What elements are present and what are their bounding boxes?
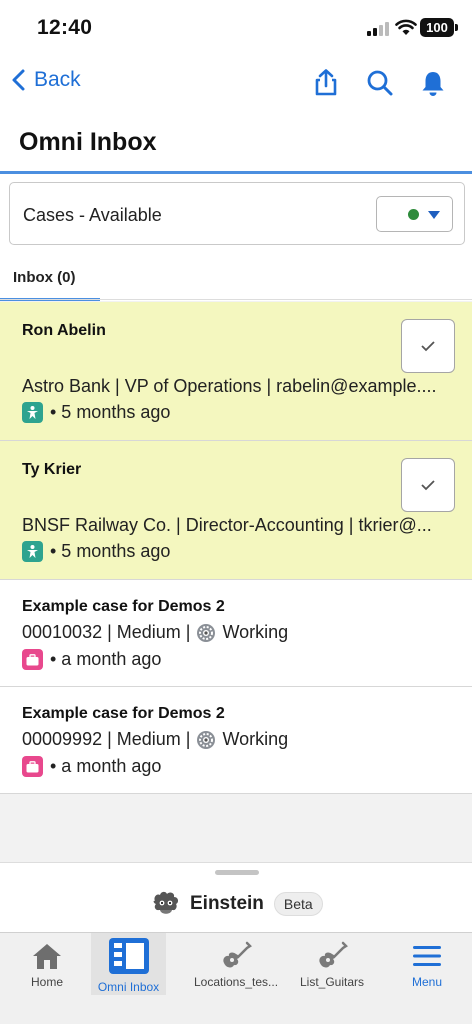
wifi-icon xyxy=(395,19,417,35)
home-icon xyxy=(33,944,61,969)
work-item-time: • 5 months ago xyxy=(50,402,171,422)
cellular-signal-icon xyxy=(367,22,389,36)
case-time: • a month ago xyxy=(50,756,162,776)
presence-status-dropdown[interactable] xyxy=(376,196,453,232)
tab-inbox-label: Inbox (0) xyxy=(13,269,76,286)
checkmark-icon xyxy=(421,480,435,491)
case-meta: • a month ago xyxy=(22,756,161,777)
work-item-title: Ron Abelin xyxy=(22,322,106,339)
battery-tip xyxy=(455,24,458,31)
briefcase-icon xyxy=(22,756,43,777)
work-item-title: Ty Krier xyxy=(22,461,82,478)
einstein-icon xyxy=(153,891,179,914)
accept-button[interactable] xyxy=(401,458,455,512)
tab-menu-label: Menu xyxy=(411,975,443,989)
list-item[interactable]: Example case for Demos 2 00009992 | Medi… xyxy=(0,687,472,794)
checkmark-icon xyxy=(421,341,435,352)
case-number-priority: 00009992 | Medium | xyxy=(22,729,191,749)
gear-icon xyxy=(197,730,216,749)
filter-area: Cases - Available Inbox (0) xyxy=(0,174,472,301)
accept-button[interactable] xyxy=(401,319,455,373)
work-item-meta: • 5 months ago xyxy=(22,402,170,423)
tab-list-guitars[interactable]: List_Guitars xyxy=(292,933,372,995)
list-item[interactable]: Ty Krier BNSF Railway Co. | Director-Acc… xyxy=(0,441,472,580)
case-status: Working xyxy=(222,622,289,642)
back-button[interactable]: Back xyxy=(10,68,81,92)
einstein-panel[interactable]: Einstein Beta xyxy=(0,862,472,932)
case-status: Working xyxy=(222,729,289,749)
list-item[interactable]: Example case for Demos 2 00010032 | Medi… xyxy=(0,580,472,687)
work-item-meta: • 5 months ago xyxy=(22,541,170,562)
menu-icon xyxy=(413,946,441,966)
tab-locations[interactable]: Locations_tes... xyxy=(184,933,288,995)
tab-home-label: Home xyxy=(30,975,63,989)
list-item[interactable]: Ron Abelin Astro Bank | VP of Operations… xyxy=(0,302,472,441)
tab-locations-label: Locations_tes... xyxy=(193,975,279,989)
queue-filter[interactable]: Cases - Available xyxy=(9,182,465,245)
gear-icon xyxy=(197,623,216,642)
case-time: • a month ago xyxy=(50,649,162,669)
work-item-time: • 5 months ago xyxy=(50,541,171,561)
work-item-subtitle: Astro Bank | VP of Operations | rabelin@… xyxy=(22,376,437,396)
case-details: 00010032 | Medium | Working xyxy=(22,622,288,643)
tab-inbox[interactable]: Inbox (0) xyxy=(0,268,100,301)
back-label: Back xyxy=(34,68,81,91)
share-icon[interactable] xyxy=(311,68,341,98)
tab-omni-inbox-label: Omni Inbox xyxy=(97,980,160,994)
status-time: 12:40 xyxy=(37,16,93,39)
battery-indicator: 100 xyxy=(420,18,454,37)
briefcase-icon xyxy=(22,649,43,670)
tab-list-guitars-label: List_Guitars xyxy=(299,975,365,989)
case-meta: • a month ago xyxy=(22,649,161,670)
chevron-left-icon xyxy=(12,69,25,91)
page-title: Omni Inbox xyxy=(19,128,157,156)
bottom-tab-bar: Home Omni Inbox Locations_tes... List_Gu… xyxy=(0,932,472,1024)
search-icon[interactable] xyxy=(365,68,395,98)
caret-down-icon xyxy=(428,211,440,219)
bell-icon[interactable] xyxy=(418,68,448,98)
beta-badge: Beta xyxy=(273,892,323,916)
case-number-priority: 00010032 | Medium | xyxy=(22,622,191,642)
case-details: 00009992 | Medium | Working xyxy=(22,729,288,750)
einstein-button[interactable]: Einstein Beta xyxy=(152,891,323,917)
tab-omni-inbox[interactable]: Omni Inbox xyxy=(91,933,166,995)
guitar-icon xyxy=(223,941,252,968)
tab-menu[interactable]: Menu xyxy=(398,933,456,995)
title-bar: Omni Inbox xyxy=(0,116,472,174)
contact-icon xyxy=(22,402,43,423)
case-title: Example case for Demos 2 xyxy=(22,705,225,722)
contact-icon xyxy=(22,541,43,562)
queue-filter-label: Cases - Available xyxy=(23,205,162,225)
case-title: Example case for Demos 2 xyxy=(22,598,225,615)
drag-handle[interactable] xyxy=(215,870,259,875)
einstein-label: Einstein xyxy=(190,893,264,914)
divider xyxy=(0,299,472,300)
work-item-subtitle: BNSF Railway Co. | Director-Accounting |… xyxy=(22,515,432,535)
presence-status-dot xyxy=(408,209,419,220)
tab-home[interactable]: Home xyxy=(16,933,78,995)
work-item-list: Ron Abelin Astro Bank | VP of Operations… xyxy=(0,302,472,794)
omni-inbox-icon xyxy=(108,938,149,974)
nav-bar: Back xyxy=(0,56,472,116)
guitar-icon xyxy=(319,941,348,968)
status-bar: 12:40 100 xyxy=(0,0,472,56)
